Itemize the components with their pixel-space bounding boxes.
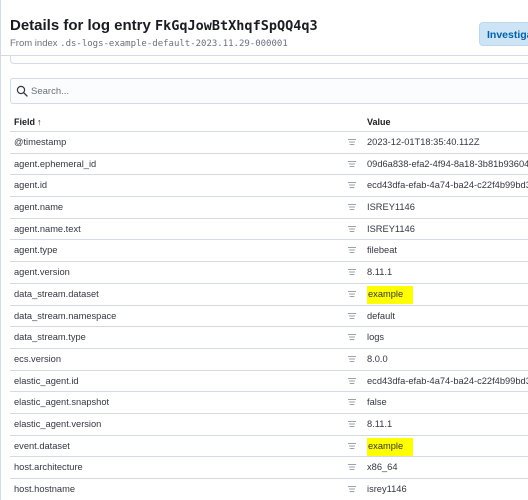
field-name-cell: agent.type <box>14 245 58 256</box>
flyout-body[interactable]: Field↑ Value @timestamp 2023-12-01T18:35:… <box>1 56 528 500</box>
field-value-cell: ecd43dfa-efab-4a74-ba24-c22f4b99bd3f <box>367 180 528 191</box>
field-name-cell: host.hostname <box>14 484 75 494</box>
index-name: .ds-logs-example-default-2023.11.29-0000… <box>60 39 288 49</box>
field-name-cell: elastic_agent.version <box>14 418 102 429</box>
search-field[interactable] <box>10 78 528 104</box>
sort-ascending-icon: ↑ <box>37 117 42 127</box>
field-value-cell: false <box>367 397 387 408</box>
table-row: data_stream.namespace default <box>10 306 528 328</box>
table-row: data_stream.dataset example <box>10 284 528 306</box>
table-row: elastic_agent.snapshot false <box>10 392 528 414</box>
field-value-cell: 8.11.1 <box>367 418 393 429</box>
table-row: agent.type filebeat <box>10 240 528 263</box>
field-value-cell: filebeat <box>367 245 397 256</box>
filter-icon[interactable] <box>348 160 356 168</box>
field-value-cell: default <box>367 310 395 321</box>
field-value-cell: 2023-12-01T18:35:40.112Z <box>367 137 480 147</box>
filter-icon[interactable] <box>348 485 356 493</box>
filter-icon[interactable] <box>348 442 356 450</box>
filter-icon[interactable] <box>348 312 356 320</box>
field-name-cell: host.architecture <box>14 462 83 473</box>
field-name-cell: data_stream.namespace <box>14 310 117 321</box>
filter-icon[interactable] <box>348 398 356 406</box>
field-value-cell: example <box>367 285 414 304</box>
flyout-subtitle: From index .ds-logs-example-default-2023… <box>10 38 288 49</box>
subtitle-prefix: From index <box>10 38 61 49</box>
field-value-cell: ISREY1146 <box>367 202 415 213</box>
filter-icon[interactable] <box>348 377 356 385</box>
field-value-cell: 09d6a838-efa2-4f94-8a18-3b81b93604b1 <box>367 158 528 169</box>
filter-icon[interactable] <box>348 138 356 146</box>
filter-icon[interactable] <box>348 268 356 276</box>
field-name-cell: agent.id <box>14 180 48 191</box>
value-column-header: Value <box>367 117 391 127</box>
field-name-cell: agent.ephemeral_id <box>14 158 97 169</box>
field-value-cell: x86_64 <box>367 462 398 473</box>
table-row: agent.id ecd43dfa-efab-4a74-ba24-c22f4b99… <box>10 175 528 198</box>
field-name-cell: elastic_agent.id <box>14 375 79 386</box>
filter-icon[interactable] <box>348 463 356 471</box>
field-name-cell: event.dataset <box>14 440 70 451</box>
table-row: elastic_agent.id ecd43dfa-efab-4a74-ba24-… <box>10 371 528 393</box>
field-value-cell: example <box>367 437 414 456</box>
field-value-cell: 8.11.1 <box>367 267 393 278</box>
field-name-cell: elastic_agent.snapshot <box>14 397 110 408</box>
table-row: agent.version 8.11.1 <box>10 262 528 284</box>
table-row: event.dataset example <box>10 436 528 458</box>
search-icon <box>16 85 28 97</box>
table-row: elastic_agent.version 8.11.1 <box>10 414 528 436</box>
investigate-button[interactable]: Investigate <box>479 22 528 46</box>
table-row: agent.name.text ISREY1146 <box>10 219 528 241</box>
table-row: data_stream.type logs <box>10 327 528 349</box>
table-row: agent.ephemeral_id 09d6a838-efa2-4f94-8a1… <box>10 154 528 176</box>
field-name-cell: @timestamp <box>14 137 67 147</box>
field-value-cell: ecd43dfa-efab-4a74-ba24-c22f4b99bd3f <box>367 375 528 386</box>
filter-icon[interactable] <box>348 203 356 211</box>
search-input[interactable] <box>31 79 511 103</box>
table-row: host.hostname isrey1146 <box>10 479 528 500</box>
field-header-label: Field <box>14 117 36 127</box>
filter-icon[interactable] <box>348 246 356 254</box>
table-body: @timestamp 2023-12-01T18:35:40.112Z agent.… <box>10 132 528 500</box>
field-value-cell: logs <box>367 332 385 343</box>
field-column-header[interactable]: Field ↑ <box>14 117 42 127</box>
filter-icon[interactable] <box>348 333 356 341</box>
field-value-cell: ISREY1146 <box>367 223 415 234</box>
table-row: agent.name ISREY1146 <box>10 197 528 219</box>
filter-icon[interactable] <box>348 420 356 428</box>
filter-icon[interactable] <box>348 225 356 233</box>
filter-icon[interactable] <box>348 181 356 189</box>
table-row: host.architecture x86_64 <box>10 457 528 479</box>
table-row: @timestamp 2023-12-01T18:35:40.112Z <box>10 132 528 154</box>
filter-icon[interactable] <box>348 355 356 363</box>
field-name-cell: agent.name <box>14 202 64 213</box>
clipped-panel <box>10 56 528 64</box>
log-entry-id: FkGqJowBtXhqfSpQQ4q3 <box>155 18 318 34</box>
field-name-cell: agent.version <box>14 267 70 278</box>
table-row: ecs.version 8.0.0 <box>10 349 528 371</box>
field-value-cell: 8.0.0 <box>367 353 388 364</box>
field-value-cell: isrey1146 <box>367 484 407 494</box>
filter-icon[interactable] <box>348 290 356 298</box>
field-name-cell: data_stream.type <box>14 332 86 343</box>
field-name-cell: data_stream.dataset <box>14 288 99 299</box>
field-name-cell: agent.name.text <box>14 223 81 234</box>
log-entry-flyout: Details for log entry FkGqJowBtXhqfSpQQ4… <box>0 0 528 500</box>
title-prefix: Details for log entry <box>10 17 156 34</box>
table-header: Field ↑ Value <box>10 112 528 132</box>
field-name-cell: ecs.version <box>14 353 62 364</box>
flyout-header: Details for log entry FkGqJowBtXhqfSpQQ4… <box>1 0 528 56</box>
flyout-title: Details for log entry FkGqJowBtXhqfSpQQ4… <box>10 17 318 34</box>
